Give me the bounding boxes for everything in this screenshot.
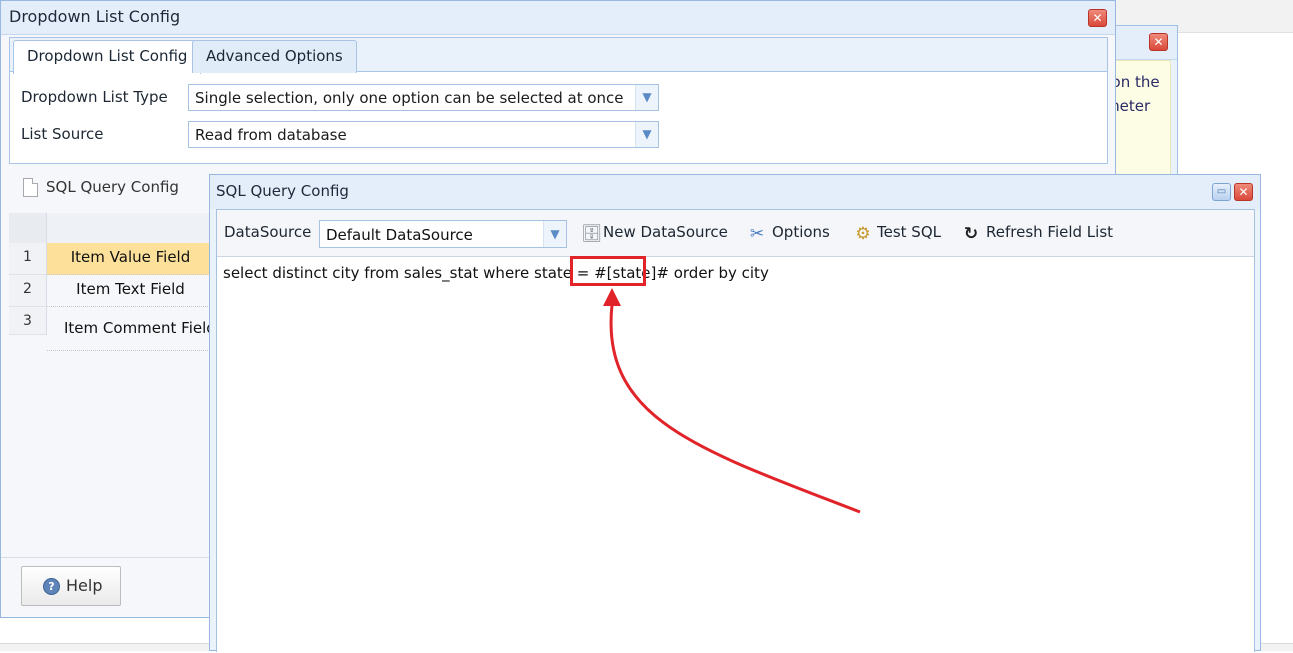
gear-icon: ⚙ xyxy=(855,224,871,244)
list-source-value: Read from database xyxy=(195,126,347,144)
sql-dialog-close-icon[interactable]: ✕ xyxy=(1234,183,1253,201)
sql-dialog-title: SQL Query Config xyxy=(216,182,349,200)
grid-header xyxy=(9,213,214,245)
new-datasource-button[interactable]: 🗄 New DataSource xyxy=(581,220,731,248)
table-row[interactable]: 3 Item Comment Field xyxy=(9,307,214,351)
datasource-select[interactable]: Default DataSource ▼ xyxy=(319,220,567,248)
sql-toolbar: DataSource Default DataSource ▼ 🗄 New Da… xyxy=(217,210,1254,257)
help-button-label: Help xyxy=(66,576,103,595)
parameter-highlight-box xyxy=(570,256,646,286)
refresh-field-list-button[interactable]: ↻ Refresh Field List xyxy=(961,220,1121,248)
chevron-down-icon[interactable]: ▼ xyxy=(635,122,658,147)
sql-section-label: SQL Query Config xyxy=(46,178,179,196)
sql-editor[interactable]: select distinct city from sales_stat whe… xyxy=(217,258,1254,653)
list-type-row: Dropdown List Type Single selection, onl… xyxy=(21,84,661,112)
chevron-down-icon[interactable]: ▼ xyxy=(543,221,566,247)
row-number: 3 xyxy=(9,307,47,335)
list-type-select[interactable]: Single selection, only one option can be… xyxy=(188,84,659,111)
refresh-icon: ↻ xyxy=(963,224,979,244)
list-type-value: Single selection, only one option can be… xyxy=(195,89,624,107)
sql-query-text[interactable]: select distinct city from sales_stat whe… xyxy=(223,264,769,282)
maximize-icon[interactable]: ▭ xyxy=(1212,183,1231,201)
tab-dropdown-list-config[interactable]: Dropdown List Config xyxy=(13,40,202,74)
list-source-row: List Source Read from database ▼ xyxy=(21,121,661,149)
row-number: 1 xyxy=(9,243,47,275)
help-icon: ? xyxy=(43,578,60,595)
document-icon xyxy=(23,178,38,197)
tab-advanced-options[interactable]: Advanced Options xyxy=(192,40,357,73)
test-sql-button[interactable]: ⚙ Test SQL xyxy=(853,220,948,248)
list-type-label: Dropdown List Type xyxy=(21,88,168,106)
list-source-label: List Source xyxy=(21,125,104,143)
row-number: 2 xyxy=(9,275,47,307)
row-field-name[interactable]: Item Comment Field xyxy=(47,307,214,351)
sql-dialog-body: DataSource Default DataSource ▼ 🗄 New Da… xyxy=(216,209,1255,653)
tools-icon: ✂ xyxy=(749,224,765,244)
dialog-footer: ? Help xyxy=(1,557,211,617)
refresh-field-list-label: Refresh Field List xyxy=(986,223,1114,241)
row-field-name[interactable]: Item Text Field xyxy=(47,275,214,307)
datasource-value: Default DataSource xyxy=(326,226,473,244)
field-mapping-grid: 1 Item Value Field 2 Item Text Field 3 I… xyxy=(9,213,214,353)
help-button[interactable]: ? Help xyxy=(21,566,121,606)
new-datasource-label: New DataSource xyxy=(603,223,728,241)
database-icon: 🗄 xyxy=(581,224,603,244)
row-field-name[interactable]: Item Value Field xyxy=(47,243,214,275)
tab-strip: Dropdown List Config Advanced Options xyxy=(10,38,1107,74)
table-row[interactable]: 1 Item Value Field xyxy=(9,243,214,275)
chevron-down-icon[interactable]: ▼ xyxy=(635,85,658,110)
dialog-close-icon[interactable]: ✕ xyxy=(1088,9,1107,27)
grid-corner xyxy=(9,213,47,245)
dialog-titlebar: Dropdown List Config ✕ xyxy=(1,1,1115,35)
test-sql-label: Test SQL xyxy=(877,223,941,241)
config-tab-panel: Dropdown List Config Advanced Options Dr… xyxy=(9,37,1108,164)
dialog-title: Dropdown List Config xyxy=(9,7,181,26)
sql-query-config-section: SQL Query Config xyxy=(9,169,219,209)
table-row[interactable]: 2 Item Text Field xyxy=(9,275,214,307)
sql-query-config-dialog: SQL Query Config ▭ ✕ DataSource Default … xyxy=(209,174,1261,653)
background-dialog-close-icon[interactable]: ✕ xyxy=(1149,33,1168,51)
list-source-select[interactable]: Read from database ▼ xyxy=(188,121,659,148)
datasource-label: DataSource xyxy=(224,223,312,241)
sql-dialog-titlebar: SQL Query Config ▭ ✕ xyxy=(210,175,1260,209)
options-button[interactable]: ✂ Options xyxy=(747,220,837,248)
options-label: Options xyxy=(772,223,830,241)
